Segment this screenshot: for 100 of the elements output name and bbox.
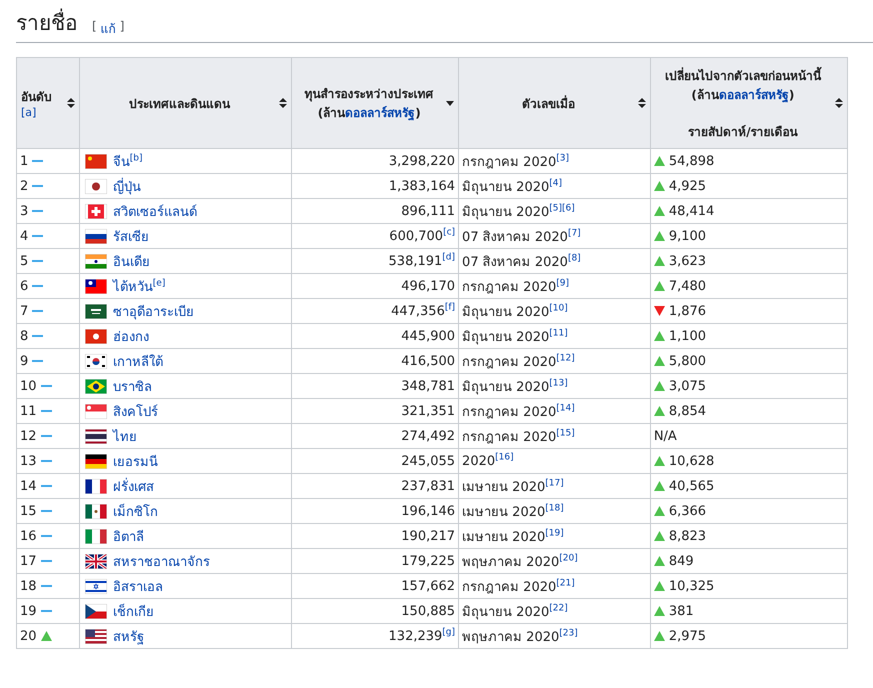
- country-link[interactable]: เยอรมนี: [112, 450, 158, 472]
- flag-icon: [84, 378, 107, 394]
- rank-number: 6: [20, 278, 28, 294]
- flag-icon: [84, 428, 107, 444]
- rank-number: 9: [20, 354, 28, 368]
- flag-icon: [84, 228, 107, 244]
- flag-icon: [84, 254, 107, 268]
- flag-icon: [84, 604, 107, 618]
- table-cell: พฤษภาคม 2020$^{[23]}$: [458, 624, 650, 648]
- currency-link[interactable]: ดอลลาร์สหรัฐ: [718, 88, 789, 102]
- country-link[interactable]: อิสราเอล: [112, 576, 163, 596]
- country-link[interactable]: ฮ่องกง: [112, 326, 149, 346]
- table-cell: 07 สิงหาคม 2020$^{[8]}$: [458, 248, 650, 274]
- table-cell: 1,100: [668, 328, 706, 344]
- column-header: ประเทศและดินแดน: [129, 96, 230, 112]
- table-cell: 348,781: [292, 374, 459, 398]
- table-cell: มิถุนายน 2020$^{[10]}$: [458, 298, 650, 324]
- rank-number: 11: [20, 404, 37, 418]
- table-cell: เมษายน 2020$^{[18]}$: [458, 498, 650, 524]
- table-cell: เมษายน 2020$^{[19]}$: [458, 524, 650, 548]
- table-cell: 245,055: [292, 448, 459, 474]
- country-link[interactable]: เม็กซิโก: [112, 500, 158, 522]
- sort-descending-icon[interactable]: [446, 98, 454, 108]
- flag-icon: [84, 628, 107, 644]
- country-link[interactable]: เกาหลีใต้: [112, 350, 163, 372]
- rank-number: 15: [20, 504, 37, 518]
- table-cell: 447,356$^{[f]}$: [292, 298, 459, 324]
- rank-number: 5: [20, 254, 28, 268]
- unit-text: (ล้านดอลลาร์สหรัฐ): [318, 105, 421, 122]
- rank-number: 10: [20, 378, 37, 394]
- country-link[interactable]: เช็กเกีย: [112, 600, 154, 622]
- table-cell: N/A: [654, 428, 677, 444]
- bracket: ]: [120, 19, 124, 35]
- rank-number: 14: [20, 478, 37, 494]
- table-cell: 4,925: [668, 178, 706, 194]
- table-cell: เมษายน 2020$^{[17]}$: [458, 474, 650, 498]
- table-cell: 538,191$^{[d]}$: [292, 248, 459, 274]
- table-cell: มิถุนายน 2020$^{[4]}$: [458, 174, 650, 198]
- table-cell: 150,885: [292, 598, 459, 624]
- rank-number: 12: [20, 428, 37, 444]
- table-cell: 3,075: [668, 378, 706, 394]
- sort-icon[interactable]: [66, 98, 75, 108]
- flag-icon: [84, 178, 107, 194]
- table-cell: 600,700$^{[c]}$: [292, 224, 459, 248]
- table-cell: 381: [668, 604, 694, 618]
- country-link[interactable]: สหรัฐ: [112, 626, 144, 646]
- country-link[interactable]: อิตาลี: [112, 526, 144, 546]
- column-header: เปลี่ยนไปจากตัวเลขก่อนหน้านี้: [664, 66, 821, 84]
- table-cell: 190,217: [292, 524, 459, 548]
- flag-icon: [84, 554, 107, 568]
- table-cell: 48,414: [668, 204, 714, 218]
- rank-number: 13: [20, 454, 37, 468]
- flag-icon: [84, 204, 107, 218]
- table-cell: 321,351: [292, 398, 459, 424]
- rank-number: 2: [20, 178, 28, 194]
- country-link[interactable]: รัสเซีย: [112, 226, 149, 246]
- table-cell: กรกฎาคม 2020$^{[14]}$: [458, 398, 650, 424]
- country-link[interactable]: บราซิล: [112, 376, 152, 396]
- table-cell: 6,366: [668, 504, 706, 518]
- table-cell: กรกฎาคม 2020$^{[3]}$: [458, 148, 650, 174]
- table-cell: 8,823: [668, 528, 706, 544]
- table-cell: 132,239$^{[g]}$: [292, 624, 459, 648]
- sort-icon[interactable]: [835, 98, 843, 108]
- table-cell: 416,500: [292, 348, 459, 374]
- column-header: ทุนสำรองระหว่างประเทศ: [304, 86, 434, 103]
- currency-link[interactable]: ดอลลาร์สหรัฐ: [345, 106, 416, 120]
- country-link[interactable]: ฝรั่งเศส: [112, 476, 154, 496]
- table-cell: กรกฎาคม 2020$^{[21]}$: [458, 574, 650, 598]
- edit-link[interactable]: แก้: [100, 19, 116, 38]
- flag-icon: [84, 304, 107, 318]
- table-cell: 7,480: [668, 278, 706, 294]
- column-subheader: รายสัปดาห์/รายเดือน: [688, 124, 798, 140]
- sort-icon[interactable]: [279, 98, 288, 108]
- note-link[interactable]: [a]: [21, 106, 36, 119]
- country-link[interactable]: สิงคโปร์: [112, 400, 158, 422]
- rank-number: 20: [20, 628, 37, 644]
- rank-number: 7: [20, 304, 28, 318]
- country-link[interactable]: จีน$^{[b]}$: [112, 150, 143, 172]
- rank-number: 8: [20, 328, 28, 344]
- country-link[interactable]: ไทย: [112, 426, 137, 446]
- table-cell: มิถุนายน 2020$^{[22]}$: [458, 598, 650, 624]
- table-cell: 179,225: [292, 548, 459, 574]
- country-link[interactable]: อินเดีย: [112, 250, 150, 272]
- table-cell: มิถุนายน 2020$^{[11]}$: [458, 324, 650, 348]
- table-cell: 9,100: [668, 228, 706, 244]
- country-link[interactable]: ญี่ปุ่น: [112, 176, 141, 196]
- table-cell: 237,831: [292, 474, 459, 498]
- table-cell: 10,325: [668, 578, 714, 594]
- flag-icon: [84, 478, 107, 494]
- table-cell: 54,898: [668, 154, 714, 168]
- flag-icon: [84, 454, 107, 468]
- rank-number: 3: [20, 204, 28, 218]
- table-cell: 1,876: [668, 304, 706, 318]
- flag-icon: [84, 278, 107, 294]
- sort-icon[interactable]: [638, 98, 646, 108]
- table-cell: 445,900: [292, 324, 459, 348]
- table-cell: 2020$^{[16]}$: [458, 448, 650, 474]
- column-header: อันดับ: [21, 89, 52, 106]
- section-title: รายชื่อ: [16, 6, 78, 39]
- flag-icon: [84, 328, 107, 344]
